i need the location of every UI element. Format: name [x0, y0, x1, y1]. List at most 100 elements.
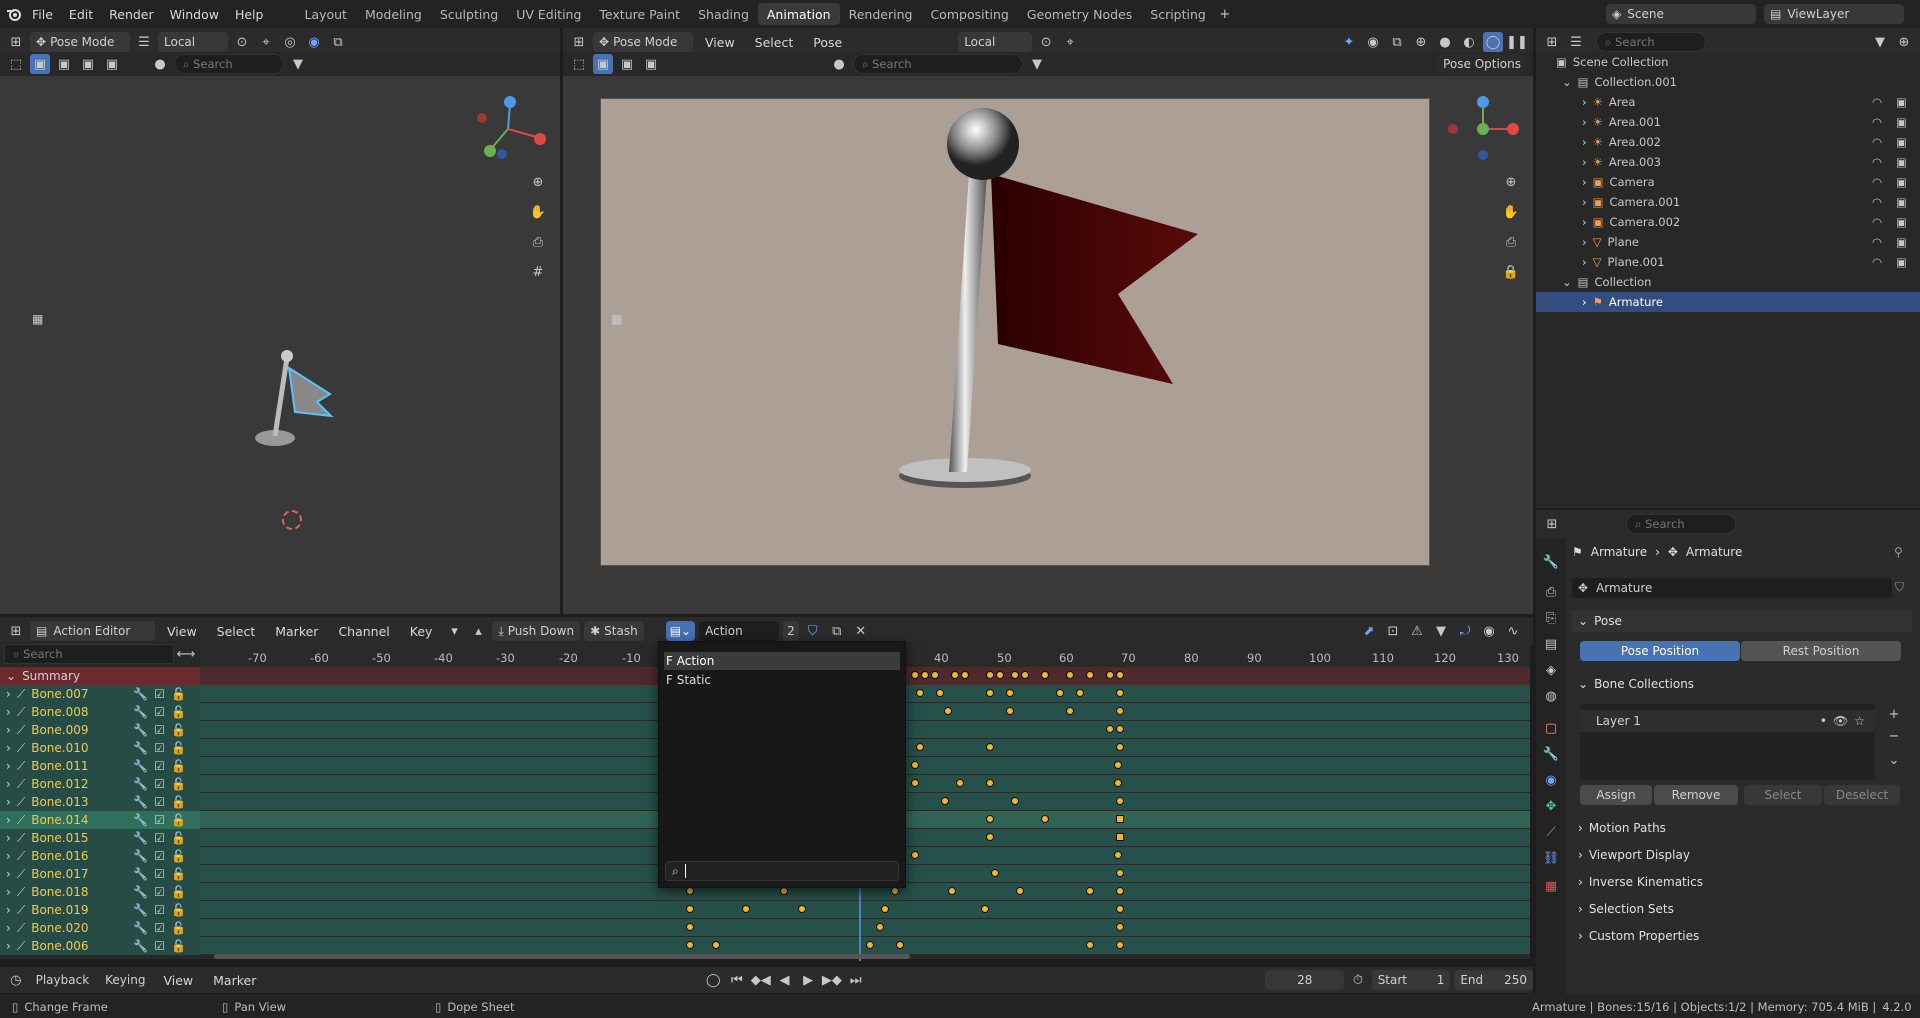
lock-icon[interactable]: 🔓 — [171, 867, 186, 881]
prev-keyframe-icon[interactable]: ◆◀ — [751, 970, 771, 990]
tab-texture-paint[interactable]: Texture Paint — [590, 3, 689, 25]
expand-arrow-icon[interactable]: › — [1582, 215, 1587, 229]
eye-icon[interactable]: ◠ — [1872, 115, 1882, 129]
start-frame-field[interactable]: Start 1 — [1371, 970, 1451, 990]
lock-icon[interactable]: 🔓 — [171, 795, 186, 809]
keyframe[interactable] — [941, 797, 949, 805]
keyframe[interactable] — [986, 833, 994, 841]
keyframe[interactable] — [891, 887, 899, 895]
pose-position-button[interactable]: Pose Position — [1580, 641, 1740, 661]
modifier-toggle-icon[interactable]: 🔧 — [133, 759, 148, 773]
render-camera-icon[interactable]: ▣ — [1896, 135, 1907, 149]
bone-constraint-icon[interactable]: ⛓ — [1541, 848, 1561, 868]
expand-arrow-icon[interactable]: › — [1582, 175, 1587, 189]
expand-arrow-icon[interactable]: › — [1582, 155, 1587, 169]
checkbox-icon[interactable]: ☑ — [154, 939, 165, 953]
expand-arrow-icon[interactable]: › — [1582, 295, 1587, 309]
menu-edit[interactable]: Edit — [61, 0, 101, 28]
summary-keyframe[interactable] — [921, 671, 929, 679]
chevron-right-icon[interactable]: › — [6, 759, 11, 773]
chevron-right-icon[interactable]: › — [6, 723, 11, 737]
chevron-right-icon[interactable]: › — [6, 921, 11, 935]
keyframe[interactable] — [1114, 779, 1122, 787]
camera-view-icon[interactable]: ▦ — [32, 312, 43, 326]
modifier-toggle-icon[interactable]: 🔧 — [133, 831, 148, 845]
checkbox-icon[interactable]: ☑ — [154, 831, 165, 845]
channel-row[interactable]: › ⟋ Bone.020 🔧 ☑ 🔓 — [0, 919, 200, 937]
checkbox-icon[interactable]: ☑ — [154, 885, 165, 899]
channel-row[interactable]: › ⟋ Bone.012 🔧 ☑ 🔓 — [0, 775, 200, 793]
select-mode-subtract-icon[interactable]: ▣ — [78, 54, 98, 74]
playhead-line[interactable] — [859, 886, 861, 961]
unlink-action-icon[interactable]: ✕ — [851, 621, 871, 641]
swap-icon[interactable]: ⟷ — [176, 644, 196, 664]
right-search-input[interactable]: ⌕ Search — [853, 54, 1023, 74]
lock-icon[interactable]: 🔓 — [171, 759, 186, 773]
remove-button[interactable]: Remove — [1654, 785, 1738, 805]
lock-icon[interactable]: 🔓 — [171, 813, 186, 827]
dropdown-search-input[interactable]: ⌕ — [665, 861, 899, 881]
filter-icon[interactable]: ▼ — [288, 54, 308, 74]
outliner-item[interactable]: › ▣ Camera ◠ ▣ — [1536, 172, 1907, 192]
properties-section-header[interactable]: › Inverse Kinematics — [1572, 871, 1908, 893]
eye-icon[interactable]: ◠ — [1872, 215, 1882, 229]
outliner-item[interactable]: › ▣ Camera.001 ◠ ▣ — [1536, 192, 1907, 212]
keyframe[interactable] — [1116, 725, 1124, 733]
remove-collection-icon[interactable]: − — [1884, 726, 1904, 746]
eye-icon[interactable]: ◠ — [1872, 135, 1882, 149]
summary-keyframe[interactable] — [951, 671, 959, 679]
select-mode-subtract-icon[interactable]: ▣ — [641, 54, 661, 74]
tab-scripting[interactable]: Scripting — [1141, 3, 1215, 25]
chevron-right-icon[interactable]: › — [6, 903, 11, 917]
keyframe[interactable] — [911, 761, 919, 769]
keyframe[interactable] — [742, 905, 750, 913]
proportional-icon[interactable]: ◎ — [280, 32, 300, 52]
chevron-right-icon[interactable]: › — [6, 849, 11, 863]
channel-row[interactable]: › ⟋ Bone.019 🔧 ☑ 🔓 — [0, 901, 200, 919]
editor-type-icon[interactable]: ⊞ — [6, 621, 26, 641]
deselect-button[interactable]: Deselect — [1824, 785, 1900, 805]
keyframe[interactable] — [712, 941, 720, 949]
pivot-icon[interactable]: ⊙ — [232, 32, 252, 52]
select-box-icon[interactable]: ⬚ — [6, 54, 26, 74]
action-users-count[interactable]: 2 — [783, 621, 799, 641]
summary-keyframe[interactable] — [996, 671, 1004, 679]
pose-section-header[interactable]: ⌄ Pose — [1572, 610, 1912, 632]
overlay-icon[interactable]: ◉ — [304, 32, 324, 52]
tab-shading[interactable]: Shading — [689, 3, 758, 25]
chevron-right-icon[interactable]: › — [6, 777, 11, 791]
keyframe[interactable] — [686, 923, 694, 931]
add-workspace-icon[interactable]: + — [1215, 4, 1235, 24]
keyframe[interactable] — [981, 905, 989, 913]
filter-icon[interactable]: ▼ — [1870, 32, 1890, 52]
camera-icon[interactable]: ⎙ — [528, 232, 548, 252]
view-layer-icon[interactable]: ▤ — [1541, 634, 1561, 654]
keyframe[interactable] — [686, 905, 694, 913]
clock-icon[interactable]: ⏱ — [1348, 970, 1368, 990]
new-collection-icon[interactable]: ⊕ — [1894, 32, 1914, 52]
tab-modeling[interactable]: Modeling — [356, 3, 431, 25]
checkbox-icon[interactable]: ☑ — [154, 813, 165, 827]
checkbox-icon[interactable]: ☑ — [154, 759, 165, 773]
play-reverse-icon[interactable]: ◀ — [775, 970, 795, 990]
keyframe[interactable] — [1116, 797, 1124, 805]
left-search-input[interactable]: ⌕ Search — [174, 54, 284, 74]
pan-hand-icon[interactable]: ✋ — [528, 202, 548, 222]
lock-icon[interactable]: 🔓 — [171, 885, 186, 899]
pin-icon[interactable]: ⚲ — [1894, 545, 1903, 559]
outliner-item[interactable]: › ☀ Area.002 ◠ ▣ — [1536, 132, 1907, 152]
outliner-item[interactable]: › ☀ Area ◠ ▣ — [1536, 92, 1907, 112]
checkbox-icon[interactable]: ☑ — [154, 705, 165, 719]
stash-button[interactable]: ✱ Stash — [584, 621, 644, 641]
rest-position-button[interactable]: Rest Position — [1741, 641, 1901, 661]
summary-keyframe[interactable] — [961, 671, 969, 679]
keyframe[interactable] — [1116, 887, 1124, 895]
tab-uv-editing[interactable]: UV Editing — [507, 3, 590, 25]
menu-file[interactable]: File — [24, 0, 61, 28]
menu-window[interactable]: Window — [162, 0, 227, 28]
keyframe[interactable] — [1116, 923, 1124, 931]
proportional-icon[interactable]: ◉ — [1479, 621, 1499, 641]
keyframe[interactable] — [1116, 905, 1124, 913]
physics-icon[interactable]: ◉ — [1541, 770, 1561, 790]
channel-row[interactable]: › ⟋ Bone.007 🔧 ☑ 🔓 — [0, 685, 200, 703]
